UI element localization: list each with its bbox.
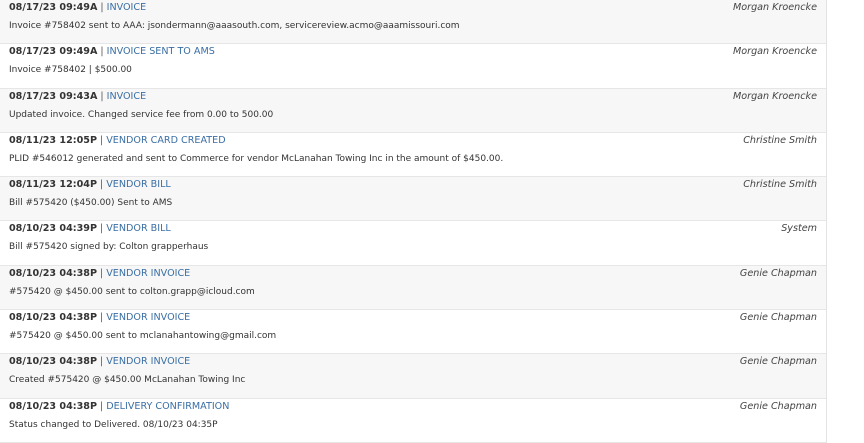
entry-separator: | — [99, 312, 104, 324]
entry-description: Bill #575420 ($450.00) Sent to AMS — [9, 198, 173, 209]
log-entry: 08/17/23 09:49A | INVOICE Morgan Kroencke … — [0, 0, 826, 45]
entry-timestamp: 08/11/23 12:05P — [9, 134, 97, 146]
entry-header: 08/10/23 04:39P | VENDOR BILL — [9, 223, 171, 235]
entry-type: VENDOR CARD CREATED — [106, 134, 226, 146]
entry-description: Invoice #758402 sent to AAA: jsondermann… — [9, 21, 460, 31]
entry-type: VENDOR INVOICE — [106, 356, 191, 368]
entry-description: Status changed to Delivered. 08/10/23 04… — [9, 419, 218, 430]
entry-separator: | — [99, 267, 104, 279]
log-entry: 08/10/23 04:38P | VENDOR INVOICE Genie Cha… — [0, 265, 826, 311]
entry-type: INVOICE — [106, 90, 147, 102]
log-entry: 08/17/23 09:43A | INVOICE Morgan Kroencke … — [0, 88, 826, 133]
log-entry: 08/17/23 09:49A | INVOICE SENT TO AMS Morg… — [0, 44, 826, 89]
entry-user: Genie Chapman — [739, 312, 817, 324]
entry-type: VENDOR INVOICE — [106, 312, 191, 324]
entry-user: Morgan Kroencke — [732, 46, 817, 58]
entry-user: Genie Chapman — [739, 400, 817, 412]
entry-timestamp: 08/17/23 09:49A — [9, 2, 98, 13]
entry-header: 08/11/23 12:04P | VENDOR BILL — [9, 179, 171, 191]
entry-timestamp: 08/11/23 12:04P — [9, 179, 97, 191]
entry-description: Bill #575420 signed by: Colton grapperha… — [9, 242, 209, 253]
entry-separator: | — [99, 179, 104, 191]
entry-timestamp: 08/10/23 04:39P — [9, 223, 97, 235]
entry-description: Invoice #758402 | $500.00 — [9, 65, 132, 76]
entry-user: Christine Smith — [743, 179, 817, 191]
entry-separator: | — [99, 356, 104, 368]
entry-user: Genie Chapman — [739, 356, 817, 368]
entry-header: 08/11/23 12:05P | VENDOR CARD CREATED — [9, 135, 226, 147]
entry-type: DELIVERY CONFIRMATION — [106, 400, 230, 412]
entry-separator: | — [100, 90, 104, 102]
entry-description: PLID #546012 generated and sent to Comme… — [9, 153, 504, 164]
entry-separator: | — [99, 134, 104, 146]
entry-separator: | — [99, 223, 104, 235]
entry-type: INVOICE SENT TO AMS — [106, 46, 215, 58]
entry-user: Morgan Kroencke — [732, 90, 817, 102]
entry-header: 08/10/23 04:38P | VENDOR INVOICE — [9, 356, 190, 368]
entry-description: #575420 @ $450.00 sent to mclanahantowin… — [9, 331, 277, 342]
entry-header: 08/17/23 09:49A | INVOICE SENT TO AMS — [9, 46, 215, 58]
entry-description: Created #575420 @ $450.00 McLanahan Towi… — [9, 375, 246, 386]
entry-header: 08/10/23 04:38P | VENDOR INVOICE — [9, 312, 190, 324]
log-entry: 08/10/23 04:38P | VENDOR INVOICE Genie Cha… — [0, 310, 826, 355]
entry-timestamp: 08/10/23 04:38P — [9, 400, 97, 412]
log-entry: 08/11/23 12:04P | VENDOR BILL Christine Sm… — [0, 177, 826, 222]
entry-type: VENDOR INVOICE — [106, 267, 191, 279]
log-entry: 08/11/23 12:05P | VENDOR CARD CREATED Chri… — [0, 133, 826, 178]
entry-user: Genie Chapman — [739, 267, 817, 279]
entry-header: 08/17/23 09:43A | INVOICE — [9, 91, 146, 103]
entry-description: #575420 @ $450.00 sent to colton.grapp@i… — [9, 286, 255, 297]
entry-description: Updated invoice. Changed service fee fro… — [9, 109, 274, 120]
entry-type: INVOICE — [106, 2, 147, 13]
entry-type: VENDOR BILL — [106, 223, 171, 235]
entry-user: Morgan Kroencke — [732, 2, 817, 13]
entry-timestamp: 08/10/23 04:38P — [9, 267, 97, 279]
entry-user: Christine Smith — [743, 134, 817, 146]
entry-header: 08/17/23 09:49A | INVOICE — [9, 2, 146, 14]
entry-type: VENDOR BILL — [106, 179, 171, 191]
log-entry: 08/10/23 04:38P | VENDOR INVOICE Genie Cha… — [0, 354, 826, 399]
activity-log-list: 08/17/23 09:49A | INVOICE Morgan Kroencke … — [0, 0, 827, 443]
entry-header: 08/10/23 04:38P | DELIVERY CONFIRMATION — [9, 401, 229, 413]
entry-timestamp: 08/10/23 04:38P — [9, 312, 97, 324]
entry-timestamp: 08/17/23 09:43A — [9, 90, 98, 102]
entry-timestamp: 08/17/23 09:49A — [9, 46, 98, 58]
entry-user: System — [781, 223, 817, 235]
entry-header: 08/10/23 04:38P | VENDOR INVOICE — [9, 268, 190, 280]
entry-separator: | — [100, 46, 104, 58]
entry-separator: | — [99, 400, 104, 412]
log-entry: 08/10/23 04:38P | DELIVERY CONFIRMATION Ge… — [0, 399, 826, 443]
log-entry: 08/10/23 04:39P | VENDOR BILL System Bill … — [0, 221, 826, 266]
entry-separator: | — [100, 2, 104, 13]
entry-timestamp: 08/10/23 04:38P — [9, 356, 97, 368]
